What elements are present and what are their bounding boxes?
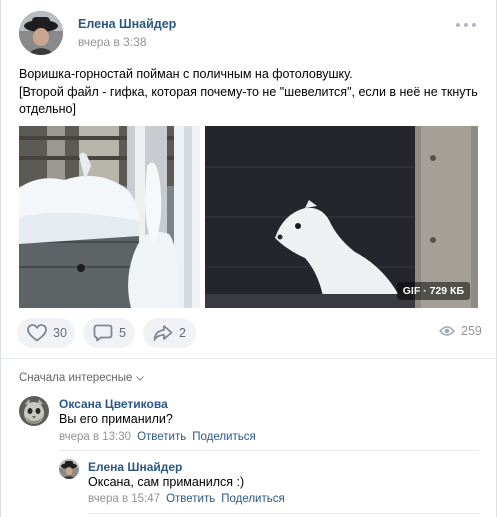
comment-text: Вы его приманили? [59,412,173,426]
wall-post: Елена Шнайдер вчера в 3:38 Воришка-горно… [0,0,497,517]
comment-meta: вчера в 13:30 Ответить Поделиться [59,431,256,443]
eye-icon [439,326,455,336]
comment-author[interactable]: Оксана Цветикова [59,397,168,411]
reply-author-avatar[interactable] [59,459,79,479]
share-icon [153,325,173,341]
more-options-icon[interactable] [456,19,476,31]
comments-sort-dropdown[interactable]: Сначала интересные [19,372,145,384]
commenter-avatar[interactable] [19,396,49,426]
share-button[interactable]: 2 [143,318,196,348]
comments-sort-label: Сначала интересные [19,372,133,384]
post-time[interactable]: вчера в 3:38 [78,35,147,49]
reply-meta: вчера в 15:47 Ответить Поделиться [88,493,285,505]
reply-share-link[interactable]: Поделиться [221,493,285,505]
comment-icon [93,324,113,342]
comment-time[interactable]: вчера в 13:30 [59,431,131,443]
author-name[interactable]: Елена Шнайдер [78,17,176,31]
post-text-line-1: Воришка-горностай пойман с поличным на ф… [19,67,353,81]
reply-text: Оксана, сам приманился :) [88,475,245,489]
post-text-line-2: [Второй файл - гифка, которая почему-то … [19,84,478,117]
author-avatar[interactable] [19,11,63,55]
like-button[interactable]: 30 [17,318,75,348]
gif-size-badge: GIF · 729 КБ [396,282,470,300]
views-count: 259 [461,324,482,338]
divider [1,358,497,359]
reply-time[interactable]: вчера в 15:47 [88,493,160,505]
views-counter: 259 [439,324,482,338]
gif-ermine[interactable]: GIF · 729 КБ [205,126,478,308]
like-count: 30 [53,326,67,340]
reply-link[interactable]: Ответить [137,431,186,443]
reply-divider [88,513,479,514]
reply-reply-link[interactable]: Ответить [166,493,215,505]
reply-author[interactable]: Елена Шнайдер [88,460,182,474]
photo-snow-fence[interactable] [19,126,200,308]
comment-divider [59,450,479,451]
heart-icon [27,324,47,342]
comment-button[interactable]: 5 [83,318,135,348]
share-count: 2 [179,326,186,340]
post-text: Воришка-горностай пойман с поличным на ф… [19,66,479,119]
comment-count: 5 [119,326,126,340]
share-link[interactable]: Поделиться [192,431,256,443]
chevron-down-icon [136,375,145,381]
